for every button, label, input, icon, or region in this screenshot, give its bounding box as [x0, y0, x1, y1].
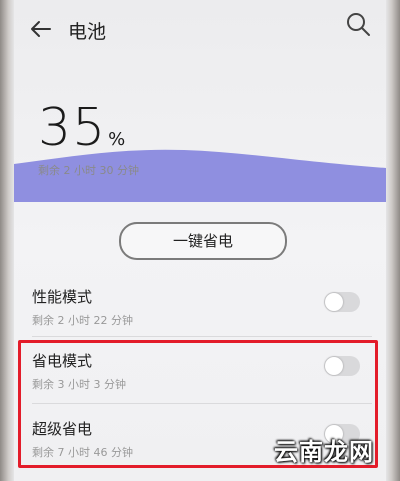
battery-screen: 电池 35% 剩余 2 小时 30 分钟 一键省电 性能模式 剩余 2 小时 2…	[14, 0, 386, 481]
phone-bezel-left	[0, 0, 14, 481]
battery-percent-value: 35	[38, 98, 107, 158]
mode-row-performance[interactable]: 性能模式 剩余 2 小时 22 分钟	[32, 282, 372, 336]
battery-percent: 35%	[38, 98, 125, 158]
phone-bezel-right	[386, 0, 400, 481]
battery-percent-unit: %	[108, 129, 126, 150]
mode-title: 性能模式	[32, 288, 93, 306]
header: 电池	[14, 0, 386, 60]
divider	[32, 336, 372, 337]
watermark: 云南龙网	[274, 438, 374, 466]
one-key-save-button[interactable]: 一键省电	[119, 222, 287, 260]
page-title: 电池	[68, 21, 107, 43]
mode-remaining: 剩余 2 小时 22 分钟	[32, 314, 133, 327]
toggle-knob	[325, 293, 343, 311]
search-icon[interactable]	[344, 10, 372, 38]
battery-remaining-time: 剩余 2 小时 30 分钟	[38, 164, 139, 177]
performance-mode-toggle[interactable]	[324, 292, 360, 312]
back-arrow-icon[interactable]	[28, 16, 54, 42]
